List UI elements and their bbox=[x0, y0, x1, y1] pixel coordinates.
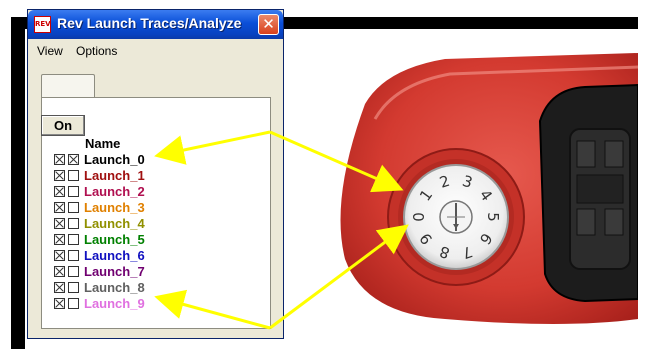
trace-label[interactable]: Launch_5 bbox=[84, 232, 145, 247]
select-checkbox[interactable] bbox=[68, 154, 79, 165]
trace-label[interactable]: Launch_8 bbox=[84, 280, 145, 295]
trace-label[interactable]: Launch_9 bbox=[84, 296, 145, 311]
trace-label[interactable]: Launch_0 bbox=[84, 152, 145, 167]
visible-checkbox[interactable] bbox=[54, 218, 65, 229]
close-button[interactable]: ✕ bbox=[258, 14, 279, 35]
visible-checkbox[interactable] bbox=[54, 234, 65, 245]
trace-label[interactable]: Launch_2 bbox=[84, 184, 145, 199]
window-title: Rev Launch Traces/Analyze bbox=[57, 15, 242, 31]
visible-checkbox[interactable] bbox=[54, 202, 65, 213]
visible-checkbox[interactable] bbox=[54, 282, 65, 293]
visible-checkbox[interactable] bbox=[54, 154, 65, 165]
select-checkbox[interactable] bbox=[68, 266, 79, 277]
visible-checkbox[interactable] bbox=[54, 186, 65, 197]
on-button[interactable]: On bbox=[41, 115, 85, 136]
title-bar[interactable]: REV Rev Launch Traces/Analyze ✕ bbox=[28, 10, 283, 39]
trace-label[interactable]: Launch_6 bbox=[84, 248, 145, 263]
select-checkbox[interactable] bbox=[68, 250, 79, 261]
select-checkbox[interactable] bbox=[68, 202, 79, 213]
visible-checkbox[interactable] bbox=[54, 250, 65, 261]
name-column-header: Name bbox=[85, 136, 121, 151]
menu-options[interactable]: Options bbox=[76, 44, 117, 58]
visible-checkbox[interactable] bbox=[54, 298, 65, 309]
select-checkbox[interactable] bbox=[68, 186, 79, 197]
menu-bar: View Options bbox=[29, 40, 282, 60]
select-checkbox[interactable] bbox=[68, 282, 79, 293]
rev-launch-window: REV Rev Launch Traces/Analyze ✕ View Opt… bbox=[27, 9, 284, 339]
dial-digit: 5 bbox=[484, 212, 502, 222]
select-checkbox[interactable] bbox=[68, 234, 79, 245]
select-checkbox[interactable] bbox=[68, 298, 79, 309]
visible-checkbox[interactable] bbox=[54, 266, 65, 277]
select-checkbox[interactable] bbox=[68, 170, 79, 181]
trace-label[interactable]: Launch_4 bbox=[84, 216, 145, 231]
visible-checkbox[interactable] bbox=[54, 170, 65, 181]
menu-view[interactable]: View bbox=[37, 44, 63, 58]
trace-label[interactable]: Launch_7 bbox=[84, 264, 145, 279]
trace-label[interactable]: Launch_3 bbox=[84, 200, 145, 215]
app-icon: REV bbox=[34, 16, 51, 33]
tab[interactable] bbox=[41, 74, 95, 98]
dial-digit: 0 bbox=[410, 212, 428, 222]
select-checkbox[interactable] bbox=[68, 218, 79, 229]
trace-label[interactable]: Launch_1 bbox=[84, 168, 145, 183]
